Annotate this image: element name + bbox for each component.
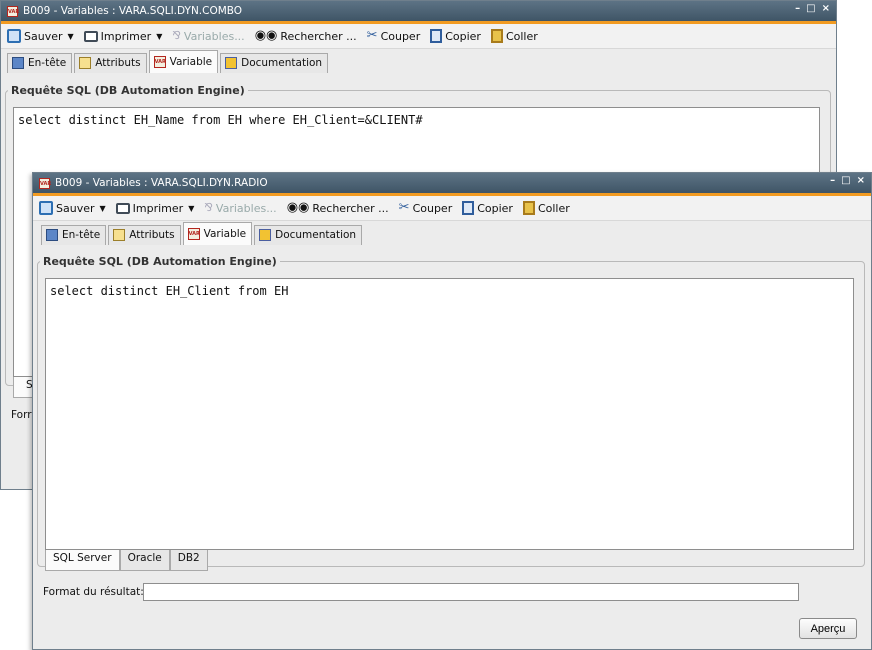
tab-attributes[interactable]: Attributs bbox=[74, 53, 147, 73]
tab-variable[interactable]: VAR Variable bbox=[182, 222, 253, 245]
search-button[interactable]: ◉◉ Rechercher ... bbox=[287, 201, 389, 215]
paste-button[interactable]: Coller bbox=[490, 29, 538, 43]
var-icon: VAR bbox=[187, 227, 200, 240]
var-icon: VAR bbox=[153, 55, 166, 68]
front-toolbar: Sauver ▼ Imprimer ▼ ⅋ Variables... ◉◉ Recher… bbox=[33, 196, 871, 221]
front-window[interactable]: VAR B009 - Variables : VARA.SQLI.DYN.RAD… bbox=[32, 172, 872, 650]
back-toolbar: Sauver ▼ Imprimer ▼ ⅋ Variables... ◉◉ Recher… bbox=[1, 24, 836, 49]
preview-button[interactable]: Aperçu bbox=[799, 618, 857, 639]
tab-documentation[interactable]: Documentation bbox=[220, 53, 329, 73]
front-db-tabs: SQL Server Oracle DB2 bbox=[45, 550, 208, 571]
var-icon: VAR bbox=[39, 177, 51, 189]
tab-variable[interactable]: VAR Variable bbox=[148, 50, 219, 73]
variables-icon: ⅋ bbox=[172, 29, 181, 42]
header-icon bbox=[46, 229, 58, 241]
copy-icon bbox=[430, 29, 443, 43]
chevron-down-icon[interactable]: ▼ bbox=[156, 32, 162, 41]
window-controls: – □ × bbox=[830, 175, 865, 186]
back-tabs: En-tête Attributs VAR Variable Documentat… bbox=[1, 49, 836, 73]
back-format-label: Forr bbox=[11, 409, 32, 421]
paste-icon bbox=[490, 29, 503, 43]
format-input[interactable] bbox=[143, 583, 799, 601]
front-window-titlebar[interactable]: VAR B009 - Variables : VARA.SQLI.DYN.RAD… bbox=[33, 173, 871, 193]
back-window-title: B009 - Variables : VARA.SQLI.DYN.COMBO bbox=[23, 5, 243, 17]
cut-button[interactable]: ✂ Couper bbox=[399, 201, 453, 215]
minimize-icon[interactable]: – bbox=[830, 175, 835, 186]
documentation-icon bbox=[259, 229, 272, 241]
paste-button[interactable]: Coller bbox=[522, 201, 570, 215]
printer-icon bbox=[115, 202, 130, 214]
print-button[interactable]: Imprimer ▼ bbox=[115, 202, 194, 215]
close-icon[interactable]: × bbox=[822, 3, 830, 14]
save-button[interactable]: Sauver ▼ bbox=[39, 201, 106, 215]
format-label: Format du résultat: bbox=[43, 586, 144, 598]
chevron-down-icon[interactable]: ▼ bbox=[100, 204, 106, 213]
attributes-icon bbox=[79, 57, 92, 69]
front-tabs: En-tête Attributs VAR Variable Documentat… bbox=[33, 221, 871, 245]
db-tab-sql-server[interactable]: SQL Server bbox=[45, 550, 120, 571]
var-icon: VAR bbox=[7, 5, 19, 17]
save-icon bbox=[7, 29, 21, 43]
variables-button[interactable]: ⅋ Variables... bbox=[172, 29, 244, 43]
chevron-down-icon[interactable]: ▼ bbox=[188, 204, 194, 213]
tab-header[interactable]: En-tête bbox=[7, 53, 73, 73]
documentation-icon bbox=[225, 57, 238, 69]
scissors-icon: ✂ bbox=[366, 28, 378, 43]
paste-icon bbox=[522, 201, 535, 215]
close-icon[interactable]: × bbox=[857, 175, 865, 186]
save-button[interactable]: Sauver ▼ bbox=[7, 29, 74, 43]
attributes-icon bbox=[113, 229, 126, 241]
window-controls: – □ × bbox=[795, 3, 830, 14]
front-sql-editor[interactable]: select distinct EH_Client from EH bbox=[45, 278, 854, 550]
copy-button[interactable]: Copier bbox=[462, 201, 513, 215]
variables-button[interactable]: ⅋ Variables... bbox=[204, 201, 276, 215]
front-window-title: B009 - Variables : VARA.SQLI.DYN.RADIO bbox=[55, 177, 268, 189]
maximize-icon[interactable]: □ bbox=[806, 3, 815, 14]
scissors-icon: ✂ bbox=[398, 200, 410, 215]
db-tab-oracle[interactable]: Oracle bbox=[119, 550, 170, 571]
db-tab-db2[interactable]: DB2 bbox=[169, 550, 208, 571]
cut-button[interactable]: ✂ Couper bbox=[367, 29, 421, 43]
print-button[interactable]: Imprimer ▼ bbox=[83, 30, 162, 43]
variables-icon: ⅋ bbox=[204, 201, 213, 214]
printer-icon bbox=[83, 30, 98, 42]
binoculars-icon: ◉◉ bbox=[286, 200, 310, 215]
back-window-titlebar[interactable]: VAR B009 - Variables : VARA.SQLI.DYN.COM… bbox=[1, 1, 836, 21]
save-icon bbox=[39, 201, 53, 215]
copy-icon bbox=[462, 201, 475, 215]
tab-documentation[interactable]: Documentation bbox=[254, 225, 363, 245]
back-sql-group-title: Requête SQL (DB Automation Engine) bbox=[11, 84, 245, 97]
search-button[interactable]: ◉◉ Rechercher ... bbox=[255, 29, 357, 43]
chevron-down-icon[interactable]: ▼ bbox=[68, 32, 74, 41]
minimize-icon[interactable]: – bbox=[795, 3, 800, 14]
copy-button[interactable]: Copier bbox=[430, 29, 481, 43]
header-icon bbox=[12, 57, 24, 69]
maximize-icon[interactable]: □ bbox=[841, 175, 850, 186]
binoculars-icon: ◉◉ bbox=[254, 28, 278, 43]
tab-header[interactable]: En-tête bbox=[41, 225, 107, 245]
tab-attributes[interactable]: Attributs bbox=[108, 225, 181, 245]
front-sql-group-title: Requête SQL (DB Automation Engine) bbox=[43, 255, 277, 268]
